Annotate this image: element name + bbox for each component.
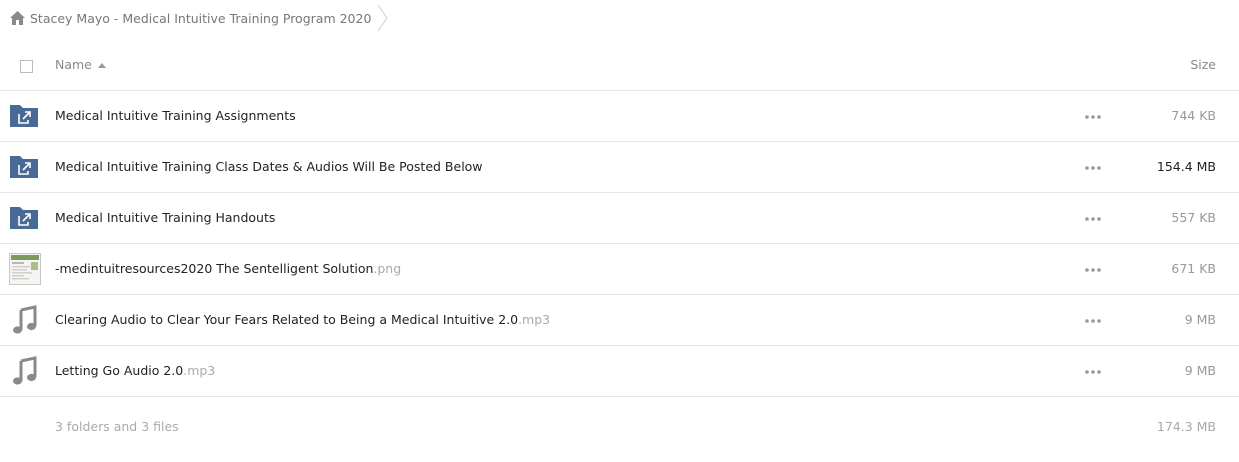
file-extension: .png <box>373 261 402 276</box>
file-size: 744 KB <box>1171 108 1216 123</box>
shared-folder-icon <box>10 105 38 127</box>
file-row[interactable]: Letting Go Audio 2.0.mp3 9 MB <box>0 346 1239 397</box>
file-name-text: Letting Go Audio 2.0 <box>55 363 184 378</box>
file-extension: .mp3 <box>183 363 216 378</box>
select-all-checkbox[interactable] <box>20 60 33 73</box>
file-name-text: -medintuitresources2020 The Sentelligent… <box>55 261 374 276</box>
more-options-icon[interactable] <box>1083 267 1103 273</box>
file-row[interactable]: Clearing Audio to Clear Your Fears Relat… <box>0 295 1239 346</box>
breadcrumb-label: Stacey Mayo - Medical Intuitive Training… <box>30 10 372 26</box>
shared-folder-icon <box>10 207 38 229</box>
more-options-icon[interactable] <box>1083 369 1103 375</box>
file-row[interactable]: Medical Intuitive Training Class Dates &… <box>0 142 1239 193</box>
more-options-icon[interactable] <box>1083 165 1103 171</box>
name-column-label: Name <box>55 57 92 72</box>
total-size: 174.3 MB <box>1156 419 1216 434</box>
file-size: 9 MB <box>1184 363 1216 378</box>
file-name[interactable]: Letting Go Audio 2.0.mp3 <box>55 346 215 396</box>
music-note-icon <box>13 305 37 334</box>
file-name-text: Medical Intuitive Training Handouts <box>55 210 276 225</box>
home-icon <box>10 11 25 25</box>
file-count-summary: 3 folders and 3 files <box>55 419 179 434</box>
file-name-text: Medical Intuitive Training Assignments <box>55 108 296 123</box>
file-size: 557 KB <box>1171 210 1216 225</box>
file-row[interactable]: -medintuitresources2020 The Sentelligent… <box>0 244 1239 295</box>
file-size: 671 KB <box>1171 261 1216 276</box>
file-name[interactable]: Medical Intuitive Training Handouts <box>55 193 275 243</box>
file-name[interactable]: Medical Intuitive Training Class Dates &… <box>55 142 483 192</box>
size-column-header[interactable]: Size <box>1190 57 1216 72</box>
shared-folder-icon <box>10 156 38 178</box>
sort-ascending-icon <box>97 62 106 68</box>
breadcrumb-chevron-icon <box>377 4 388 32</box>
file-row[interactable]: Medical Intuitive Training Handouts 557 K… <box>0 193 1239 244</box>
breadcrumb-item-root[interactable]: Stacey Mayo - Medical Intuitive Training… <box>10 0 371 36</box>
file-list: Medical Intuitive Training Assignments 74… <box>0 91 1239 397</box>
file-name[interactable]: Medical Intuitive Training Assignments <box>55 91 296 141</box>
list-header: Name Size <box>0 40 1239 91</box>
file-extension: .mp3 <box>518 312 551 327</box>
file-size: 154.4 MB <box>1156 159 1216 174</box>
image-thumbnail-icon <box>9 253 41 285</box>
breadcrumb: Stacey Mayo - Medical Intuitive Training… <box>0 0 1239 36</box>
more-options-icon[interactable] <box>1083 216 1103 222</box>
music-note-icon <box>13 356 37 385</box>
file-name[interactable]: Clearing Audio to Clear Your Fears Relat… <box>55 295 550 345</box>
more-options-icon[interactable] <box>1083 318 1103 324</box>
file-size: 9 MB <box>1184 312 1216 327</box>
file-name[interactable]: -medintuitresources2020 The Sentelligent… <box>55 244 401 294</box>
more-options-icon[interactable] <box>1083 114 1103 120</box>
file-name-text: Medical Intuitive Training Class Dates &… <box>55 159 483 174</box>
file-name-text: Clearing Audio to Clear Your Fears Relat… <box>55 312 519 327</box>
file-row[interactable]: Medical Intuitive Training Assignments 74… <box>0 91 1239 142</box>
name-column-header[interactable]: Name <box>55 57 106 72</box>
